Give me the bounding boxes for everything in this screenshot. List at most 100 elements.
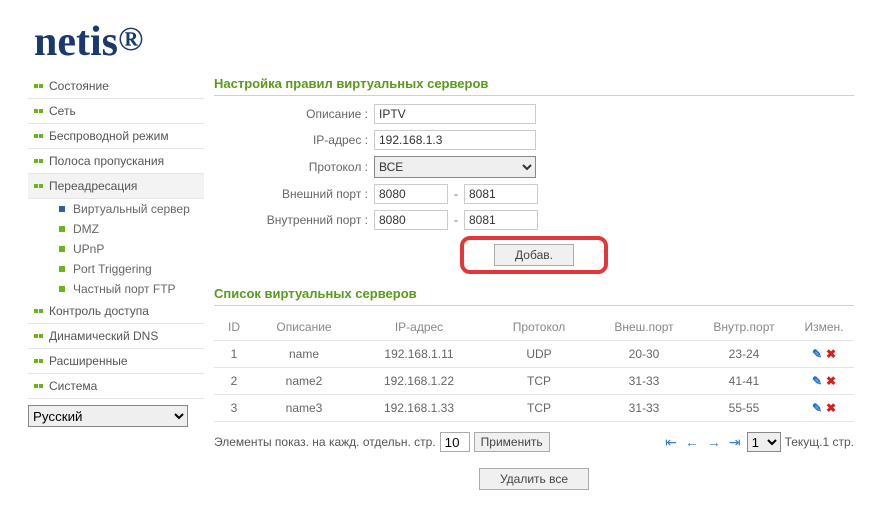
cell-id: 2 xyxy=(214,374,254,388)
nav-label: Полоса пропускания xyxy=(49,154,164,168)
label-int-port: Внутренний порт : xyxy=(214,213,374,227)
bullet-icon xyxy=(34,306,44,316)
table-row: 2name2192.168.1.22TCP31-3341-41✎✖ xyxy=(214,368,854,395)
nav-label: Контроль доступа xyxy=(49,304,149,318)
square-icon xyxy=(58,225,66,233)
cell-proto: UDP xyxy=(484,347,594,361)
next-page-icon[interactable]: → xyxy=(705,434,723,450)
cell-eport: 31-33 xyxy=(594,374,694,388)
port-separator: - xyxy=(448,213,464,227)
nav-status[interactable]: Состояние xyxy=(28,74,204,99)
delete-all-button[interactable]: Удалить все xyxy=(479,468,589,490)
delete-icon[interactable]: ✖ xyxy=(826,401,836,415)
delete-icon[interactable]: ✖ xyxy=(826,374,836,388)
page-select[interactable]: 1 xyxy=(747,432,781,452)
square-icon xyxy=(58,285,66,293)
bullet-icon xyxy=(34,81,44,91)
bullet-icon xyxy=(34,106,44,116)
cell-desc: name2 xyxy=(254,374,354,388)
delete-icon[interactable]: ✖ xyxy=(826,347,836,361)
select-protocol[interactable]: ВСЕ xyxy=(374,156,536,178)
first-page-icon[interactable]: ⇤ xyxy=(663,434,679,451)
bullet-icon xyxy=(34,331,44,341)
prev-page-icon[interactable]: ← xyxy=(683,434,701,450)
input-ip[interactable] xyxy=(374,130,536,150)
cell-iport: 55-55 xyxy=(694,401,794,415)
subnav-private-ftp[interactable]: Частный порт FTP xyxy=(52,279,204,299)
table-row: 3name3192.168.1.33TCP31-3355-55✎✖ xyxy=(214,395,854,422)
sub-nav-forwarding: Виртуальный сервер DMZ UPnP Port Trigger… xyxy=(28,199,204,299)
list-section-title: Список виртуальных серверов xyxy=(214,284,854,306)
subnav-label: DMZ xyxy=(73,222,99,236)
nav-forwarding[interactable]: Переадресация xyxy=(28,174,204,199)
square-icon xyxy=(58,265,66,273)
language-select[interactable]: Русский xyxy=(28,405,188,427)
add-button[interactable]: Добав. xyxy=(494,244,574,266)
per-page-label: Элементы показ. на кажд. отдельн. стр. xyxy=(214,435,436,449)
port-separator: - xyxy=(448,187,464,201)
form-section-title: Настройка правил виртуальных серверов xyxy=(214,74,854,96)
nav-wireless[interactable]: Беспроводной режим xyxy=(28,124,204,149)
nav-label: Динамический DNS xyxy=(49,329,158,343)
bullet-icon xyxy=(34,181,44,191)
cell-id: 1 xyxy=(214,347,254,361)
label-ip: IP-адрес : xyxy=(214,133,374,147)
bullet-icon xyxy=(34,356,44,366)
page-status: Текущ.1 стр. xyxy=(785,435,854,449)
nav-advanced[interactable]: Расширенные xyxy=(28,349,204,374)
label-description: Описание : xyxy=(214,107,374,121)
nav-network[interactable]: Сеть xyxy=(28,99,204,124)
subnav-label: Port Triggering xyxy=(73,262,152,276)
th-act: Измен. xyxy=(794,320,854,334)
subnav-upnp[interactable]: UPnP xyxy=(52,239,204,259)
input-description[interactable] xyxy=(374,104,536,124)
nav-label: Расширенные xyxy=(49,354,128,368)
cell-eport: 31-33 xyxy=(594,401,694,415)
th-ip: IP-адрес xyxy=(354,320,484,334)
table-header: ID Описание IP-адрес Протокол Внеш.порт … xyxy=(214,314,854,341)
nav-bandwidth[interactable]: Полоса пропускания xyxy=(28,149,204,174)
cell-proto: TCP xyxy=(484,401,594,415)
input-int-port-from[interactable] xyxy=(374,210,448,230)
square-icon xyxy=(58,245,66,253)
th-id: ID xyxy=(214,320,254,334)
subnav-dmz[interactable]: DMZ xyxy=(52,219,204,239)
input-ext-port-to[interactable] xyxy=(464,184,538,204)
subnav-virtual-server[interactable]: Виртуальный сервер xyxy=(52,199,204,219)
th-iport: Внутр.порт xyxy=(694,320,794,334)
nav-ddns[interactable]: Динамический DNS xyxy=(28,324,204,349)
input-int-port-to[interactable] xyxy=(464,210,538,230)
bullet-icon xyxy=(34,156,44,166)
edit-icon[interactable]: ✎ xyxy=(812,374,822,388)
cell-ip: 192.168.1.22 xyxy=(354,374,484,388)
input-ext-port-from[interactable] xyxy=(374,184,448,204)
sidebar: Состояние Сеть Беспроводной режим Полоса… xyxy=(28,74,204,490)
edit-icon[interactable]: ✎ xyxy=(812,401,822,415)
cell-desc: name3 xyxy=(254,401,354,415)
th-proto: Протокол xyxy=(484,320,594,334)
cell-iport: 41-41 xyxy=(694,374,794,388)
nav-label: Беспроводной режим xyxy=(49,129,169,143)
per-page-input[interactable] xyxy=(440,432,470,452)
square-icon xyxy=(58,205,66,213)
th-eport: Внеш.порт xyxy=(594,320,694,334)
language-selector-wrap: Русский xyxy=(28,405,204,427)
content-area: Настройка правил виртуальных серверов Оп… xyxy=(204,74,864,490)
cell-eport: 20-30 xyxy=(594,347,694,361)
subnav-label: Виртуальный сервер xyxy=(73,202,190,216)
nav-label: Система xyxy=(49,379,97,393)
subnav-port-triggering[interactable]: Port Triggering xyxy=(52,259,204,279)
last-page-icon[interactable]: ⇥ xyxy=(727,434,743,451)
apply-button[interactable]: Применить xyxy=(474,432,550,452)
nav-system[interactable]: Система xyxy=(28,374,204,399)
table-row: 1name192.168.1.11UDP20-3023-24 ✎ ✖ xyxy=(214,341,854,368)
cell-iport: 23-24 xyxy=(694,347,794,361)
nav-access-control[interactable]: Контроль доступа xyxy=(28,299,204,324)
bullet-icon xyxy=(34,131,44,141)
cell-ip: 192.168.1.33 xyxy=(354,401,484,415)
cell-desc: name xyxy=(254,347,354,361)
cell-ip: 192.168.1.11 xyxy=(354,347,484,361)
subnav-label: UPnP xyxy=(73,242,104,256)
edit-icon[interactable]: ✎ xyxy=(812,347,822,361)
th-desc: Описание xyxy=(254,320,354,334)
